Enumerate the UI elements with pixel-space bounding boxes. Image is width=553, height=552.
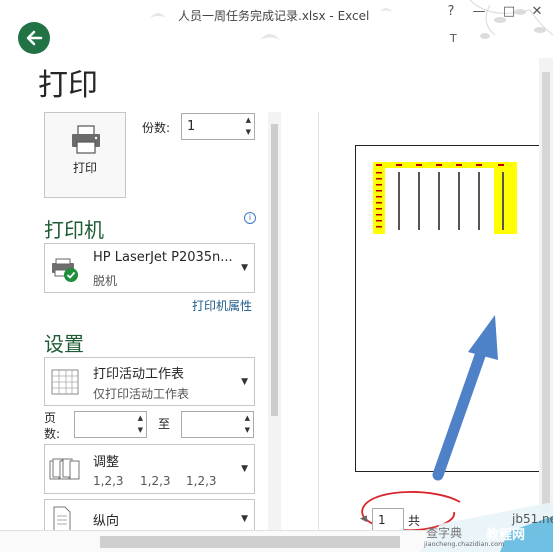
printer-select[interactable]: HP LaserJet P2035n... 脱机 ▼ (44, 243, 255, 293)
info-icon[interactable]: i (244, 212, 256, 224)
settings-scrollbar[interactable] (268, 112, 281, 530)
print-button[interactable]: 打印 (44, 112, 126, 198)
restore-button[interactable]: □ (496, 4, 522, 19)
collate-order-2: 1,2,3 (140, 474, 171, 488)
copies-input[interactable]: 1 ▲ ▼ (181, 113, 255, 140)
title-bar: 人员一周任务完成记录.xlsx - Excel ? — □ ✕ T (0, 0, 553, 58)
spin-up-icon[interactable]: ▲ (246, 116, 251, 124)
preview-scrollbar[interactable] (539, 58, 553, 530)
collate-value: 调整 (93, 455, 120, 470)
printer-properties-link[interactable]: 打印机属性 (192, 297, 252, 314)
collated-pages-icon (49, 458, 80, 480)
previous-page-icon[interactable]: ◀ (360, 514, 367, 524)
page-title: 打印 (38, 68, 98, 103)
current-page-input[interactable]: 1 (372, 508, 404, 532)
help-button[interactable]: ? (438, 4, 464, 19)
chevron-down-icon: ▼ (241, 263, 248, 273)
print-scope-select[interactable]: 打印活动工作表 仅打印活动工作表 ▼ (44, 357, 255, 406)
back-button[interactable] (18, 22, 50, 54)
copies-label: 份数: (142, 121, 171, 135)
printer-icon (72, 125, 100, 154)
print-scope-value: 打印活动工作表 (93, 367, 185, 382)
user-indicator: T (450, 32, 457, 45)
printer-status-icon (52, 258, 78, 282)
chevron-down-icon: ▼ (241, 464, 248, 474)
spin-up-icon[interactable]: ▲ (245, 414, 250, 422)
site-watermark: jb51.net 查字典 教程网 jiaocheng.chazidian.com (420, 494, 553, 552)
spin-down-icon[interactable]: ▼ (246, 128, 251, 136)
pages-to-input[interactable]: ▲ ▼ (181, 411, 254, 438)
collate-order-1: 1,2,3 (93, 474, 124, 488)
settings-section-title: 设置 (44, 332, 84, 356)
pages-label: 页数: (44, 411, 61, 441)
pages-from-input[interactable]: ▲ ▼ (74, 411, 147, 438)
scrollbar-thumb[interactable] (271, 124, 278, 416)
printer-name: HP LaserJet P2035n... (93, 250, 233, 265)
close-button[interactable]: ✕ (524, 4, 550, 19)
collate-select[interactable]: 调整 1,2,3 1,2,3 1,2,3 ▼ (44, 444, 255, 494)
watermark-text-1: 查字典 (426, 526, 463, 540)
orientation-value: 纵向 (93, 514, 120, 529)
printer-status: 脱机 (93, 274, 118, 288)
copies-value: 1 (187, 119, 196, 134)
spin-down-icon[interactable]: ▼ (138, 426, 143, 434)
chevron-down-icon: ▼ (241, 377, 248, 387)
minimize-button[interactable]: — (466, 4, 492, 19)
spin-up-icon[interactable]: ▲ (138, 414, 143, 422)
pages-to-label: 至 (158, 417, 171, 431)
print-button-label: 打印 (72, 161, 97, 175)
total-pages-label: 共 (408, 514, 421, 528)
collate-order-3: 1,2,3 (186, 474, 217, 488)
chevron-down-icon: ▼ (241, 514, 248, 524)
window-title: 人员一周任务完成记录.xlsx - Excel (178, 9, 370, 23)
scrollbar-thumb[interactable] (100, 536, 400, 548)
printer-section-title: 打印机 (44, 218, 104, 242)
scrollbar-thumb[interactable] (542, 72, 550, 512)
worksheet-icon (51, 369, 79, 395)
orientation-select[interactable]: 纵向 ▼ (44, 499, 255, 532)
annotation-arrow (432, 315, 498, 481)
arrow-left-icon (26, 30, 43, 46)
panel-divider (318, 112, 319, 530)
watermark-url: jiaocheng.chazidian.com (424, 540, 505, 548)
spin-down-icon[interactable]: ▼ (245, 426, 250, 434)
portrait-icon (53, 506, 71, 532)
print-scope-description: 仅打印活动工作表 (93, 387, 190, 401)
